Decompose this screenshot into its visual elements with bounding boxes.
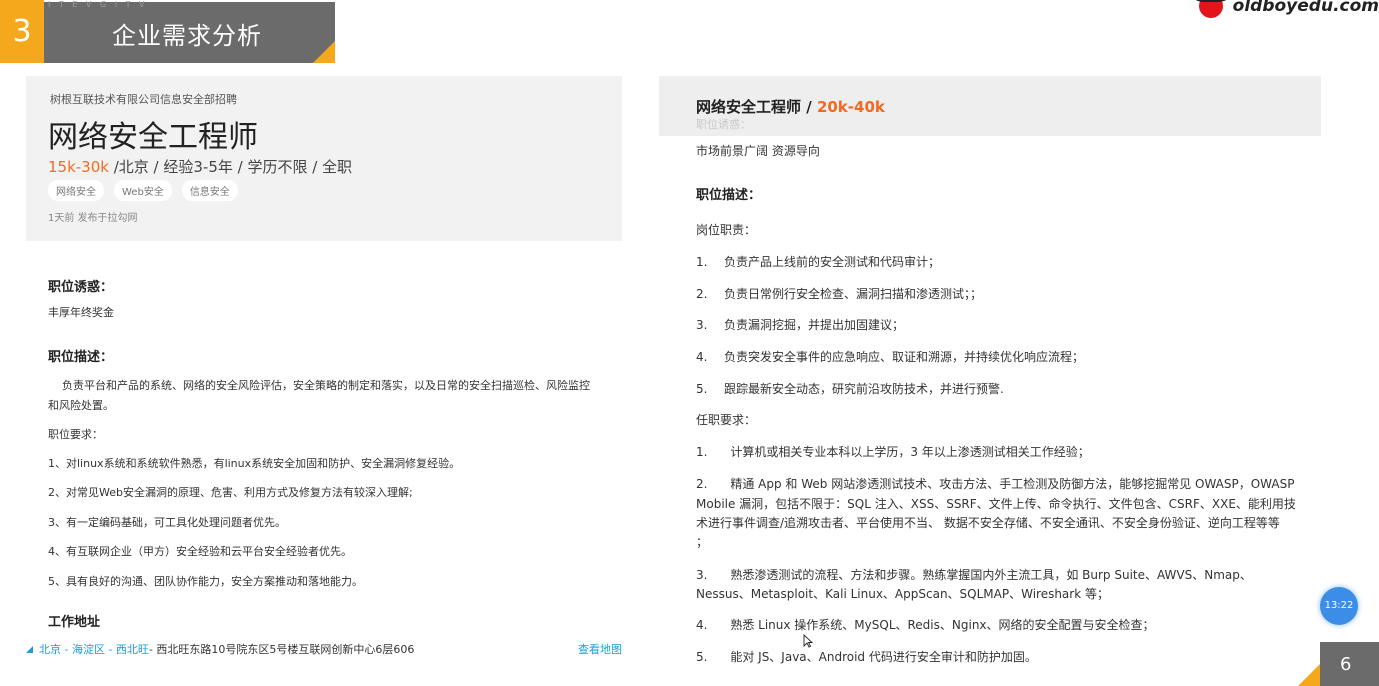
right-job-header: 职位诱惑： 网络安全工程师 / 20k-40k <box>659 76 1321 136</box>
duty-item: 1. 负责产品上线前的安全测试和代码审计； <box>696 255 941 269</box>
requirements-heading: 职位要求： <box>48 428 103 441</box>
req-item: 4. 熟悉 Linux 操作系统、MySQL、Redis、Nginx、网络的安全… <box>696 618 1155 632</box>
job-tag[interactable]: 信息安全 <box>181 180 238 201</box>
right-salary: 20k-40k <box>816 98 885 116</box>
right-desc-heading: 职位描述： <box>696 188 762 203</box>
duty-item: 3. 负责漏洞挖掘，并提出加固建议； <box>696 318 905 332</box>
address-link[interactable]: 北京 - 海淀区 - 西北旺 <box>39 641 149 657</box>
section-title: 企业需求分析 <box>112 22 262 50</box>
right-job-title-text: 网络安全工程师 / <box>696 98 817 116</box>
req-item-cont: ； <box>696 535 709 549</box>
job-title: 网络安全工程师 <box>48 120 258 155</box>
right-job-title: 网络安全工程师 / 20k-40k <box>696 96 885 117</box>
job-tag[interactable]: 网络安全 <box>48 180 104 201</box>
duty-item: 5. 跟踪最新安全动态，研究前沿攻防技术，并进行预警. <box>696 382 1004 396</box>
logo-text: oldboyedu.com <box>1232 0 1379 16</box>
view-map-link[interactable]: 查看地图 <box>578 641 622 657</box>
requirement-item: 4、有互联网企业（甲方）安全经验和云平台安全经验者优先。 <box>48 545 352 558</box>
brand-logo: oldboyedu.com <box>1188 0 1379 18</box>
benefit-heading: 职位诱惑： <box>48 280 114 295</box>
right-job-posting: 职位诱惑： 网络安全工程师 / 20k-40k 市场前景广阔 资源导向 职位描述… <box>659 76 1321 664</box>
section-corner-decoration <box>313 41 335 63</box>
req-item-cont: Nessus、Metasploit、Kali Linux、AppScan、SQL… <box>696 587 1109 601</box>
job-meta-text: /北京 / 经验3-5年 / 学历不限 / 全职 <box>108 158 353 176</box>
company-name: 树根互联技术有限公司信息安全部招聘 <box>50 93 237 106</box>
section-watermark: I T E V G I T V <box>48 0 148 9</box>
req-item: 5. 能对 JS、Java、Android 代码进行安全审计和防护加固。 <box>696 650 1037 664</box>
requirement-item: 5、具有良好的沟通、团队协作能力，安全方案推动和落地能力。 <box>48 575 363 588</box>
page-corner-decoration <box>1298 664 1320 686</box>
job-header: 树根互联技术有限公司信息安全部招聘 网络安全工程师 15k-30k /北京 / … <box>26 76 622 241</box>
left-job-posting: 树根互联技术有限公司信息安全部招聘 网络安全工程师 15k-30k /北京 / … <box>26 76 622 656</box>
section-tag: 3 I T E V G I T V 企业需求分析 <box>0 0 335 63</box>
requirement-item: 2、对常见Web安全漏洞的原理、危害、利用方式及修复方法有较深入理解; <box>48 486 413 499</box>
address-text: - 西北旺东路10号院东区5号楼互联网创新中心6层606 <box>148 643 415 656</box>
ghost-text: 职位诱惑： <box>696 118 751 131</box>
req-item-cont: Mobile 漏洞，包括不限于：SQL 注入、XSS、SSRF、文件上传、命令执… <box>696 497 1296 511</box>
req-item: 3. 熟悉渗透测试的流程、方法和步骤。熟练掌握国内外主流工具，如 Burp Su… <box>696 568 1252 582</box>
benefit-text: 丰厚年终奖金 <box>48 306 114 319</box>
req-item-cont: 术进行事件调查/追溯攻击者、平台使用不当、 数据不安全存储、不安全通讯、不安全身… <box>696 516 1280 530</box>
job-tags: 网络安全 Web安全 信息安全 <box>48 180 238 201</box>
mouse-cursor-icon <box>803 634 813 648</box>
page-number: 6 <box>1340 654 1352 675</box>
req-item: 2. 精通 App 和 Web 网站渗透测试技术、攻击方法、手工检测及防御方法，… <box>696 477 1295 491</box>
desc-heading: 职位描述： <box>48 350 114 365</box>
timer-badge[interactable]: 13:22 <box>1320 587 1358 625</box>
job-meta: 15k-30k /北京 / 经验3-5年 / 学历不限 / 全职 <box>48 156 352 177</box>
desc-line: 负责平台和产品的系统、网络的安全风险评估，安全策略的制定和落实，以及日常的安全扫… <box>48 379 590 392</box>
requirement-item: 1、对linux系统和系统软件熟悉，有linux系统安全加固和防护、安全漏洞修复… <box>48 457 461 470</box>
oldboy-logo-icon <box>1188 0 1233 18</box>
posted-time: 1天前 发布于拉勾网 <box>48 213 138 224</box>
section-number: 3 <box>0 0 44 63</box>
job-tag[interactable]: Web安全 <box>114 180 172 201</box>
duties-heading: 岗位职责： <box>696 223 757 237</box>
duty-item: 2. 负责日常例行安全检查、漏洞扫描和渗透测试；； <box>696 287 983 301</box>
address-heading: 工作地址 <box>48 615 101 630</box>
address-row: 北京 - 海淀区 - 西北旺 - 西北旺东路10号院东区5号楼互联网创新中心6层… <box>26 641 622 657</box>
duty-item: 4. 负责突发安全事件的应急响应、取证和溯源，并持续优化响应流程； <box>696 350 1085 364</box>
location-icon <box>26 645 33 653</box>
requirement-item: 3、有一定编码基础，可工具化处理问题者优先。 <box>48 516 286 529</box>
desc-line: 和风险处置。 <box>48 399 114 412</box>
req-item: 1. 计算机或相关专业本科以上学历，3 年以上渗透测试相关工作经验； <box>696 445 1090 459</box>
salary: 15k-30k <box>48 158 109 176</box>
req-heading: 任职要求： <box>696 413 757 427</box>
right-benefit: 市场前景广阔 资源导向 <box>696 144 820 158</box>
